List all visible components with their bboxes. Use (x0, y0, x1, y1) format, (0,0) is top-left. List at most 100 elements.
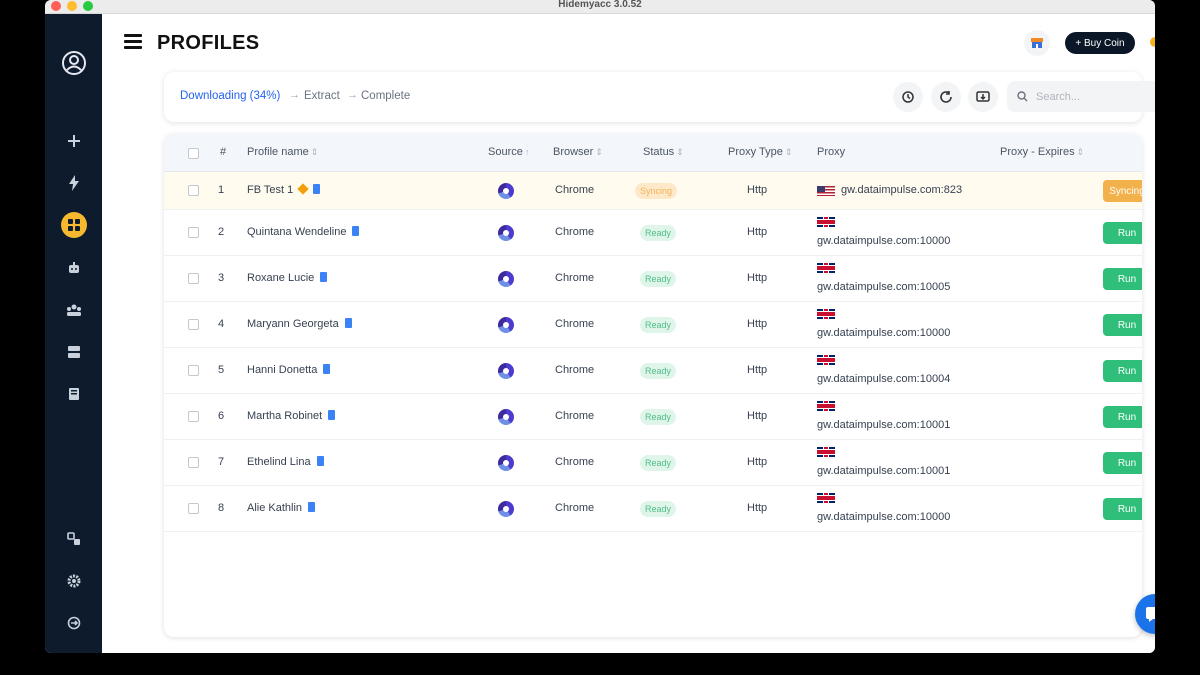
source-icon (498, 363, 514, 379)
profile-type-icon (352, 226, 360, 236)
table-row[interactable]: 8 Alie Kathlin Chrome Ready Http gw.dataimpul… (164, 486, 1142, 532)
proxy-address: gw.dataimpulse.com:10000 (817, 511, 951, 523)
row-number: 2 (218, 226, 225, 238)
source-icon (498, 271, 514, 287)
run-button[interactable]: Run (1103, 360, 1142, 382)
column-header-number: # (220, 146, 227, 158)
column-header-profile-name[interactable]: Profile name ⇕ (247, 146, 318, 158)
profile-name[interactable]: Roxane Lucie (247, 272, 328, 284)
run-button[interactable]: Run (1103, 314, 1142, 336)
profile-name[interactable]: FB Test 1 (247, 183, 321, 196)
gear-icon[interactable] (59, 566, 89, 596)
refresh-icon[interactable] (931, 82, 961, 112)
profile-name[interactable]: Quintana Wendeline (247, 226, 360, 238)
row-checkbox[interactable] (188, 185, 199, 196)
profiles-table: # Profile name ⇕ Source ↑ Browser ⇕ Status ⇕… (164, 134, 1142, 637)
menu-icon[interactable] (124, 34, 142, 50)
row-checkbox[interactable] (188, 457, 199, 468)
proxy-type: Http (747, 364, 768, 376)
team-icon[interactable] (59, 295, 89, 325)
table-row[interactable]: 4 Maryann Georgeta Chrome Ready Http gw.datai… (164, 302, 1142, 348)
robot-icon[interactable] (59, 253, 89, 283)
storage-icon[interactable] (59, 337, 89, 367)
proxy-address: gw.dataimpulse.com:10000 (817, 327, 951, 339)
book-icon[interactable] (59, 379, 89, 409)
profile-name[interactable]: Alie Kathlin (247, 502, 316, 514)
table-row[interactable]: 3 Roxane Lucie Chrome Ready Http gw.dataimpul… (164, 256, 1142, 302)
run-button[interactable]: Run (1103, 268, 1142, 290)
table-header: # Profile name ⇕ Source ↑ Browser ⇕ Status ⇕… (164, 134, 1142, 172)
source-icon (498, 501, 514, 517)
source-icon (498, 183, 514, 199)
profile-name[interactable]: Martha Robinet (247, 410, 336, 422)
sync-icon[interactable] (59, 524, 89, 554)
arrow-icon: → (347, 89, 358, 101)
syncing-button[interactable]: Syncing (1103, 180, 1142, 202)
profile-name[interactable]: Ethelind Lina (247, 456, 324, 468)
page-title: PROFILES (157, 32, 260, 54)
row-number: 5 (218, 364, 225, 376)
proxy-address: gw.dataimpulse.com:823 (841, 184, 963, 196)
profile-type-icon (320, 272, 328, 282)
run-button[interactable]: Run (1103, 222, 1142, 244)
proxy-address: gw.dataimpulse.com:10001 (817, 465, 951, 477)
browser-name: Chrome (555, 226, 595, 238)
profile-type-icon (323, 364, 331, 374)
uk-flag-icon (817, 493, 835, 503)
uk-flag-icon (817, 355, 835, 365)
column-header-source[interactable]: Source ↑ (488, 146, 529, 158)
profile-name[interactable]: Maryann Georgeta (247, 318, 352, 330)
coin-icon (1150, 37, 1155, 47)
user-circle-icon[interactable] (59, 48, 89, 78)
row-checkbox[interactable] (188, 411, 199, 422)
grid-icon[interactable] (59, 210, 89, 240)
search-input[interactable] (1036, 90, 1155, 103)
buy-coin-button[interactable]: + Buy Coin (1065, 32, 1135, 54)
source-icon (498, 317, 514, 333)
uk-flag-icon (817, 401, 835, 411)
store-icon[interactable] (1024, 30, 1050, 56)
row-number: 6 (218, 410, 225, 422)
bolt-icon[interactable] (59, 168, 89, 198)
column-header-status[interactable]: Status ⇕ (643, 146, 684, 158)
profile-name[interactable]: Hanni Donetta (247, 364, 331, 376)
table-row[interactable]: 2 Quintana Wendeline Chrome Ready Http gw.dat… (164, 210, 1142, 256)
logout-icon[interactable] (59, 608, 89, 638)
uk-flag-icon (817, 217, 835, 227)
row-checkbox[interactable] (188, 365, 199, 376)
title-bar: Hidemyacc 3.0.52 (45, 0, 1155, 14)
column-header-browser[interactable]: Browser ⇕ (553, 146, 603, 158)
status-badge: Ready (640, 455, 677, 471)
row-checkbox[interactable] (188, 227, 199, 238)
proxy-type: Http (747, 226, 768, 238)
source-icon (498, 409, 514, 425)
buy-coin-label: + Buy Coin (1075, 37, 1125, 49)
row-checkbox[interactable] (188, 319, 199, 330)
select-all-checkbox[interactable] (188, 148, 199, 159)
source-icon (498, 455, 514, 471)
table-row[interactable]: 5 Hanni Donetta Chrome Ready Http gw.dataimpu… (164, 348, 1142, 394)
source-icon (498, 225, 514, 241)
table-row[interactable]: 7 Ethelind Lina Chrome Ready Http gw.dataimpu… (164, 440, 1142, 486)
search-icon (1017, 91, 1028, 102)
column-header-proxy-expires[interactable]: Proxy - Expires ⇕ (1000, 146, 1084, 158)
run-button[interactable]: Run (1103, 498, 1142, 520)
status-badge: Ready (640, 363, 677, 379)
column-header-proxy: Proxy (817, 146, 846, 158)
import-icon[interactable] (968, 82, 998, 112)
run-button[interactable]: Run (1103, 452, 1142, 474)
table-row[interactable]: 6 Martha Robinet Chrome Ready Http gw.dataimp… (164, 394, 1142, 440)
run-button[interactable]: Run (1103, 406, 1142, 428)
row-checkbox[interactable] (188, 503, 199, 514)
main-content: PROFILES + Buy Coin 0 Downloading (34%) … (102, 14, 1155, 653)
plus-icon[interactable] (59, 126, 89, 156)
column-header-proxy-type[interactable]: Proxy Type ⇕ (728, 146, 792, 158)
row-checkbox[interactable] (188, 273, 199, 284)
window-title: Hidemyacc 3.0.52 (558, 0, 642, 10)
row-number: 3 (218, 272, 225, 284)
history-icon[interactable] (893, 82, 923, 112)
proxy-address: gw.dataimpulse.com:10001 (817, 419, 951, 431)
browser-name: Chrome (555, 184, 595, 196)
table-row[interactable]: 1 FB Test 1 Chrome Syncing Http gw.dataimpuls… (164, 172, 1142, 210)
search-box (1007, 81, 1155, 112)
